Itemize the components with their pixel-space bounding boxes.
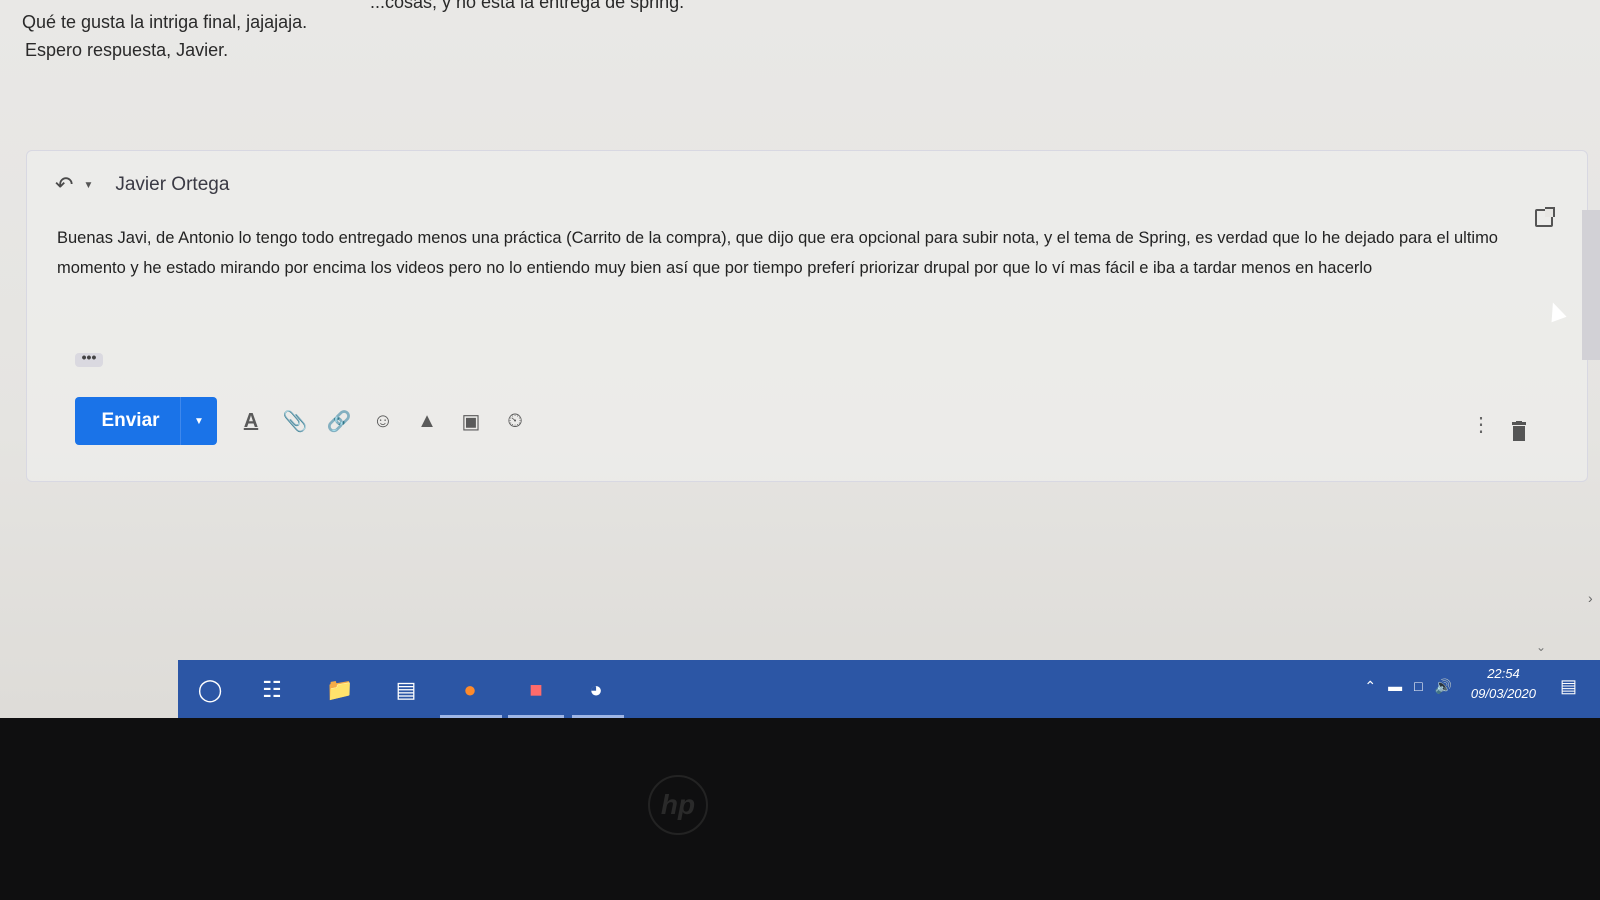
notification-center-icon[interactable]: ▤ (1560, 676, 1582, 698)
reply-type-row: ↶ ▼ Javier Ortega (55, 171, 229, 199)
trash-icon[interactable] (1511, 421, 1527, 441)
confidential-icon[interactable]: ⏲ (493, 399, 537, 443)
system-clock[interactable]: 22:54 09/03/2020 (1471, 664, 1536, 704)
recipient-name[interactable]: Javier Ortega (115, 174, 229, 196)
scrollbar[interactable] (1582, 210, 1600, 360)
terminal-icon[interactable]: ▤ (386, 670, 426, 710)
network-icon[interactable]: □ (1414, 678, 1422, 695)
drive-icon[interactable]: ▲ (405, 399, 449, 443)
app-icon[interactable]: ■ (516, 670, 556, 710)
clock-date: 09/03/2020 (1470, 686, 1536, 701)
system-tray: ⌃ ▬ □ 🔊 (1364, 678, 1452, 695)
active-app-indicator (440, 715, 502, 718)
chevron-up-icon[interactable]: ⌃ (1364, 678, 1376, 695)
screen: ...cosas, y no está la entrega de spring… (0, 0, 1600, 718)
attach-icon[interactable]: 📎 (273, 399, 317, 443)
reply-icon[interactable]: ↶ (55, 172, 73, 198)
active-app-indicator (572, 715, 624, 718)
active-app-indicator (508, 715, 564, 718)
clock-time: 22:54 (1487, 666, 1520, 681)
firefox-icon[interactable]: ● (450, 670, 490, 710)
previous-message-signature: Espero respuesta, Javier. (25, 40, 229, 60)
format-text-icon[interactable]: A (229, 399, 273, 443)
windows-taskbar: ◯ ☷ 📁 ▤ ● ■ ◕ ⌃ ▬ □ 🔊 22:54 09/03/2020 ▤ (178, 660, 1600, 718)
compose-toolbar: Enviar ▼ A 📎 🔗 ☺ ▲ ▣ ⏲ (75, 397, 537, 445)
chevron-down-icon[interactable]: ⌄ (1536, 640, 1546, 654)
link-icon[interactable]: 🔗 (317, 399, 361, 443)
send-button[interactable]: Enviar ▼ (75, 397, 217, 445)
file-explorer-icon[interactable]: 📁 (320, 670, 360, 710)
previous-message-line: Qué te gusta la intriga final, jajajaja. (22, 12, 308, 32)
previous-message-line: ...cosas, y no está la entrega de spring… (370, 0, 685, 12)
volume-icon[interactable]: 🔊 (1435, 678, 1452, 695)
search-circle-icon[interactable]: ◯ (190, 670, 230, 710)
message-body[interactable]: Buenas Javi, de Antonio lo tengo todo en… (57, 223, 1547, 283)
send-options-chevron-icon[interactable]: ▼ (180, 397, 217, 445)
battery-icon[interactable]: ▬ (1388, 678, 1402, 695)
chat-app-icon[interactable]: ◕ (576, 670, 616, 710)
photo-icon[interactable]: ▣ (449, 399, 493, 443)
show-trimmed-content-button[interactable]: ••• (75, 350, 103, 367)
chevron-right-icon[interactable]: › (1588, 590, 1593, 606)
chevron-down-icon[interactable]: ▼ (83, 180, 93, 191)
task-view-icon[interactable]: ☷ (252, 670, 292, 710)
send-button-label: Enviar (101, 410, 160, 431)
reply-compose-box: ↶ ▼ Javier Ortega Buenas Javi, de Antoni… (26, 150, 1588, 482)
emoji-icon[interactable]: ☺ (361, 399, 405, 443)
hp-logo: hp (648, 775, 708, 835)
more-options-icon[interactable]: ⋮ (1471, 415, 1491, 435)
